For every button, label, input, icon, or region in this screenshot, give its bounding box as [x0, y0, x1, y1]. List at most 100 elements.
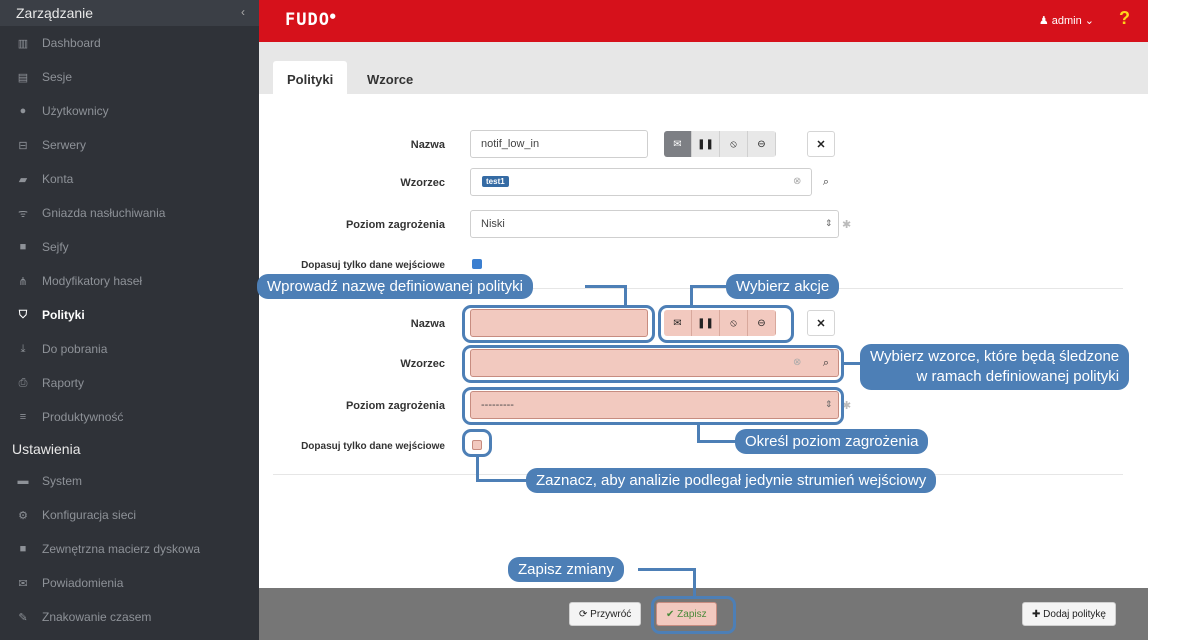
- cogs-icon: ⚙: [18, 509, 28, 522]
- revert-label: Przywróć: [590, 608, 632, 620]
- sidebar-item-polityki[interactable]: ⛉ Polityki: [0, 298, 259, 332]
- edit-icon: ✎: [18, 611, 28, 624]
- callout-pattern-line1: Wybierz wzorce, które będą śledzone: [870, 348, 1120, 365]
- user-icon: ♟: [1038, 15, 1049, 27]
- pause-icon[interactable]: ❚❚: [692, 131, 720, 157]
- callout-name: Wprowadź nazwę definiowanej polityki: [257, 274, 533, 299]
- pattern-tag[interactable]: test1: [482, 176, 509, 187]
- sidebar-item-label: Raporty: [42, 376, 85, 390]
- sidebar-item-label: Konfiguracja sieci: [42, 508, 137, 522]
- chevron-left-icon[interactable]: ‹: [241, 5, 245, 19]
- print-icon: ⎙: [18, 376, 28, 389]
- connector: [690, 285, 693, 307]
- film-icon: ▤: [17, 71, 29, 84]
- sidebar-item-serwery[interactable]: ⊟ Serwery: [0, 128, 259, 162]
- tab-polityki[interactable]: Polityki: [273, 61, 348, 94]
- sitemap-icon: ⋔: [18, 275, 28, 288]
- sidebar-item-gniazda[interactable]: ᯤ Gniazda nasłuchiwania: [0, 196, 259, 230]
- highlight-threat: [462, 387, 844, 425]
- rss-icon: ᯤ: [17, 207, 29, 220]
- pattern-input[interactable]: [470, 168, 812, 196]
- sidebar-item-do-pobrania[interactable]: ⤓ Do pobrania: [0, 332, 259, 366]
- sidebar-item-label: Sesje: [42, 70, 73, 84]
- revert-button[interactable]: ⟳ Przywróć: [569, 602, 642, 626]
- connector: [690, 285, 730, 288]
- name-input[interactable]: notif_low_in: [470, 130, 648, 158]
- highlight-save: [651, 596, 736, 634]
- sidebar-item-system[interactable]: ▬ System: [0, 464, 259, 498]
- callout-pattern-line2: w ramach definiowanej polityki: [916, 368, 1120, 385]
- input-only-label: Dopasuj tylko dane wejściowe: [301, 441, 445, 452]
- sidebar-item-label: Gniazda nasłuchiwania: [42, 206, 166, 220]
- callout-input-only: Zaznacz, aby analizie podlegał jedynie s…: [526, 468, 937, 493]
- sidebar-item-label: Użytkownicy: [42, 104, 109, 118]
- help-button[interactable]: ?: [1119, 8, 1130, 29]
- sidebar-item-label: Modyfikatory haseł: [42, 274, 143, 288]
- remove-policy-button[interactable]: ✕: [807, 131, 835, 157]
- dashboard-icon: ▥: [17, 37, 29, 50]
- remove-policy-button[interactable]: ✕: [807, 310, 835, 336]
- add-policy-button[interactable]: ✚ Dodaj politykę: [1022, 602, 1116, 626]
- sidebar-item-label: Powiadomienia: [42, 576, 124, 590]
- app-root: Zarządzanie ‹ ▥ Dashboard ▤ Sesje ● Użytkow…: [0, 0, 1188, 640]
- sidebar-item-label: Zewnętrzna macierz dyskowa: [42, 542, 201, 556]
- sidebar-item-label: System: [42, 474, 83, 488]
- name-label: Nazwa: [410, 318, 445, 330]
- connector: [697, 440, 737, 443]
- sidebar-item-konfiguracja-sieci[interactable]: ⚙ Konfiguracja sieci: [0, 498, 259, 532]
- highlight-name: [462, 305, 655, 343]
- connector: [476, 479, 528, 482]
- highlight-pattern: [462, 345, 844, 383]
- sidebar-item-powiadomienia[interactable]: ✉ Powiadomienia: [0, 566, 259, 600]
- safe-icon: ■: [19, 241, 27, 253]
- pattern-label: Wzorzec: [400, 358, 445, 370]
- sidebar-item-raporty[interactable]: ⎙ Raporty: [0, 366, 259, 400]
- top-bar: FUDO● ♟ admin ⌄ ?: [259, 0, 1148, 42]
- sidebar-item-dashboard[interactable]: ▥ Dashboard: [0, 26, 259, 60]
- plus-icon: ✚: [1032, 608, 1044, 620]
- fudo-logo: FUDO●: [285, 10, 337, 30]
- input-only-checkbox[interactable]: [472, 259, 482, 269]
- callout-threat: Określ poziom zagrożenia: [735, 429, 929, 454]
- sidebar-item-sejfy[interactable]: ■ Sejfy: [0, 230, 259, 264]
- callout-actions: Wybierz akcje: [726, 274, 840, 299]
- highlight-checkbox: [462, 429, 492, 457]
- sidebar-item-uzytkownicy[interactable]: ● Użytkownicy: [0, 94, 259, 128]
- add-policy-label: Dodaj politykę: [1043, 608, 1106, 620]
- sidebar-item-label: Konta: [42, 172, 74, 186]
- sidebar-item-macierz[interactable]: ■ Zewnętrzna macierz dyskowa: [0, 532, 259, 566]
- user-menu[interactable]: ♟ admin ⌄: [1039, 14, 1094, 27]
- sidebar-item-modyfikatory[interactable]: ⋔ Modyfikatory haseł: [0, 264, 259, 298]
- download-icon: ⤓: [20, 342, 26, 355]
- connector: [476, 455, 479, 481]
- threat-label: Poziom zagrożenia: [345, 400, 445, 412]
- folder-icon: ■: [19, 543, 27, 555]
- sidebar: Zarządzanie ‹ ▥ Dashboard ▤ Sesje ● Użytkow…: [0, 0, 259, 640]
- sidebar-item-konta[interactable]: ▰ Konta: [0, 162, 259, 196]
- disconnect-icon[interactable]: ⦸: [720, 131, 748, 157]
- sidebar-item-label: Sejfy: [42, 240, 69, 254]
- tab-wzorce[interactable]: Wzorce: [353, 61, 427, 94]
- book-icon: ▰: [18, 173, 28, 186]
- highlight-actions: [658, 305, 794, 343]
- sidebar-header: Zarządzanie ‹: [0, 0, 259, 26]
- search-icon[interactable]: ⌕: [814, 169, 838, 195]
- sidebar-title: Zarządzanie: [16, 5, 94, 21]
- callout-save: Zapisz zmiany: [508, 557, 624, 582]
- clear-icon[interactable]: ⊗: [793, 176, 801, 187]
- folder-icon: ▬: [17, 475, 29, 487]
- threat-label: Poziom zagrożenia: [345, 219, 445, 231]
- sidebar-item-znakowanie[interactable]: ✎ Znakowanie czasem: [0, 600, 259, 634]
- envelope-icon[interactable]: ✉: [664, 131, 692, 157]
- sidebar-item-sesje[interactable]: ▤ Sesje: [0, 60, 259, 94]
- threat-select[interactable]: Niski: [470, 210, 839, 238]
- sidebar-item-label: Dashboard: [42, 36, 101, 50]
- required-icon: ✱: [842, 219, 852, 231]
- select-arrow-icon: ⇕: [825, 218, 833, 228]
- sidebar-item-produktywnosc[interactable]: ≡ Produktywność: [0, 400, 259, 434]
- callout-pattern: Wybierz wzorce, które będą śledzone w ra…: [860, 344, 1130, 390]
- shield-icon: ⛉: [18, 308, 28, 321]
- sidebar-section-settings: Ustawienia: [0, 434, 259, 464]
- block-icon[interactable]: ⊖: [748, 131, 776, 157]
- sidebar-item-label: Produktywność: [42, 410, 124, 424]
